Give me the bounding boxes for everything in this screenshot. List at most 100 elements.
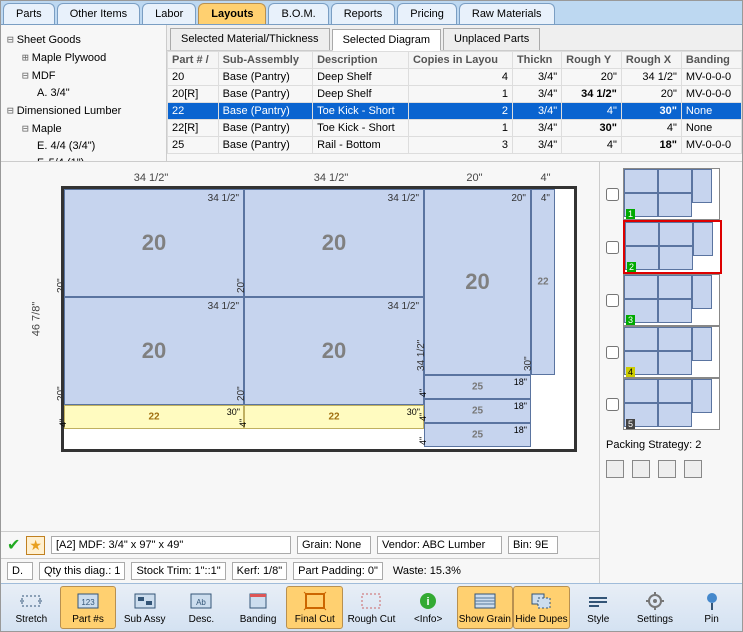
thumb-checkbox-4[interactable]: [606, 346, 619, 359]
kerf-field[interactable]: Kerf: 1/8": [232, 562, 287, 580]
-info--icon: i: [415, 590, 441, 612]
star-icon[interactable]: ★: [26, 536, 45, 555]
main-tab-labor[interactable]: Labor: [142, 3, 196, 24]
layout-part[interactable]: 2020"34 1/2": [424, 189, 531, 375]
svg-text:123: 123: [81, 598, 95, 607]
thumb-checkbox-1[interactable]: [606, 188, 619, 201]
thumb-checkbox-5[interactable]: [606, 398, 619, 411]
tree-sheet-goods[interactable]: ⊟ Sheet Goods: [7, 31, 160, 49]
table-row[interactable]: 20[R]Base (Pantry)Deep Shelf13/4"34 1/2"…: [168, 86, 742, 103]
desc--icon: Ab: [188, 590, 214, 612]
table-row[interactable]: 25Base (Pantry)Rail - Bottom33/4"4"18"MV…: [168, 137, 742, 154]
ruler-h-seg: 34 1/2": [61, 172, 241, 186]
table-row[interactable]: 20Base (Pantry)Deep Shelf43/4"20"34 1/2"…: [168, 69, 742, 86]
main-tab-reports[interactable]: Reports: [331, 3, 396, 24]
main-tab-layouts[interactable]: Layouts: [198, 3, 266, 24]
tree-maple-plywood[interactable]: ⊞ Maple Plywood: [7, 49, 160, 67]
layout-part[interactable]: 2518"4": [424, 375, 531, 399]
svg-text:Ab: Ab: [197, 598, 207, 607]
sub-tabs: Selected Material/ThicknessSelected Diag…: [167, 25, 742, 51]
d-field[interactable]: D.: [7, 562, 33, 580]
stretch-icon: [18, 590, 44, 612]
parts-grid: Part # /Sub-AssemblyDescriptionCopies in…: [167, 51, 742, 161]
col-header[interactable]: Sub-Assembly: [218, 52, 313, 69]
bin-field[interactable]: Bin: 9E: [508, 536, 558, 554]
sub-tab-1[interactable]: Selected Diagram: [332, 29, 441, 51]
layout-part[interactable]: 2034 1/2"20": [244, 189, 424, 297]
toolbar-rough-cut-button[interactable]: Rough Cut: [343, 586, 400, 629]
layout-part[interactable]: 2034 1/2"20": [64, 297, 244, 405]
thumb-checkbox-2[interactable]: [606, 241, 619, 254]
col-header[interactable]: Thickn: [512, 52, 561, 69]
main-tab-other-items[interactable]: Other Items: [57, 3, 140, 24]
toolbar-sub-assy-button[interactable]: Sub Assy: [116, 586, 173, 629]
layout-thumbnails: 12345 Packing Strategy: 2: [599, 162, 742, 583]
tree-mdf-a[interactable]: A. 3/4": [7, 85, 160, 102]
layout-part[interactable]: 2518"4": [424, 399, 531, 423]
layout-part[interactable]: 2034 1/2"20": [244, 297, 424, 405]
main-tab-pricing[interactable]: Pricing: [397, 3, 457, 24]
col-header[interactable]: Part # /: [168, 52, 219, 69]
toolbar-banding-button[interactable]: Banding: [230, 586, 287, 629]
sub-tab-0[interactable]: Selected Material/Thickness: [170, 28, 330, 50]
tree-dim-lumber[interactable]: ⊟ Dimensioned Lumber: [7, 102, 160, 120]
layout-part[interactable]: 2230"4": [64, 405, 244, 429]
layout-part[interactable]: 2034 1/2"20": [64, 189, 244, 297]
tree-maple-e[interactable]: E. 4/4 (3/4"): [7, 138, 160, 155]
layout-thumb-5[interactable]: 5: [623, 378, 720, 430]
final-cut-icon: [302, 590, 328, 612]
layout-part[interactable]: 2518"4": [424, 423, 531, 447]
layout-thumb-3[interactable]: 3: [623, 274, 720, 326]
svg-text:i: i: [427, 596, 430, 608]
main-tab-b-o-m-[interactable]: B.O.M.: [268, 3, 328, 24]
board-desc-input[interactable]: [51, 536, 291, 554]
toolbar-show-grain-button[interactable]: Show Grain: [457, 586, 514, 629]
pack-strategy-4-button[interactable]: [684, 460, 702, 478]
style-icon: [585, 590, 611, 612]
toolbar-final-cut-button[interactable]: Final Cut: [286, 586, 343, 629]
bottom-toolbar: Stretch123Part #sSub AssyAbDesc.BandingF…: [1, 583, 742, 631]
tree-mdf[interactable]: ⊟ MDF: [7, 67, 160, 85]
pin-icon: [699, 590, 725, 612]
grain-field[interactable]: Grain: None: [297, 536, 371, 554]
layout-thumb-4[interactable]: 4: [623, 326, 720, 378]
col-header[interactable]: Rough X: [621, 52, 681, 69]
tree-maple-f[interactable]: F. 5/4 (1"): [7, 155, 160, 161]
table-row[interactable]: 22[R]Base (Pantry)Toe Kick - Short13/4"3…: [168, 120, 742, 137]
pack-strategy-2-button[interactable]: [632, 460, 650, 478]
packing-strategy-label: Packing Strategy: 2: [606, 439, 701, 451]
layout-part[interactable]: 224"30": [531, 189, 555, 375]
toolbar--info--button[interactable]: i<Info>: [400, 586, 457, 629]
col-header[interactable]: Rough Y: [562, 52, 622, 69]
toolbar-desc--button[interactable]: AbDesc.: [173, 586, 230, 629]
toolbar-pin-button[interactable]: Pin: [683, 586, 740, 629]
sheet[interactable]: 2034 1/2"20"2034 1/2"20"2034 1/2"20"2034…: [61, 186, 577, 452]
tree-maple[interactable]: ⊟ Maple: [7, 120, 160, 138]
thumb-checkbox-3[interactable]: [606, 294, 619, 307]
main-tab-raw-materials[interactable]: Raw Materials: [459, 3, 555, 24]
layout-part[interactable]: 2230"4": [244, 405, 424, 429]
stock-trim-field[interactable]: Stock Trim: 1"::1": [131, 562, 225, 580]
col-header[interactable]: Copies in Layou: [408, 52, 512, 69]
material-tree: ⊟ Sheet Goods ⊞ Maple Plywood ⊟ MDF A. 3…: [1, 25, 167, 161]
col-header[interactable]: Description: [313, 52, 409, 69]
toolbar-settings-button[interactable]: Settings: [627, 586, 684, 629]
padding-field[interactable]: Part Padding: 0": [293, 562, 383, 580]
layout-diagram: 34 1/2"34 1/2"20"4" 46 7/8" 2034 1/2"20"…: [1, 162, 599, 531]
check-icon[interactable]: ✔: [7, 535, 20, 555]
toolbar-style-button[interactable]: Style: [570, 586, 627, 629]
table-row[interactable]: 22Base (Pantry)Toe Kick - Short23/4"4"30…: [168, 103, 742, 120]
layout-thumb-2[interactable]: 2: [623, 220, 722, 274]
toolbar-hide-dupes-button[interactable]: Hide Dupes: [513, 586, 570, 629]
qty-field[interactable]: Qty this diag.: 1: [39, 562, 125, 580]
pack-strategy-3-button[interactable]: [658, 460, 676, 478]
sub-tab-2[interactable]: Unplaced Parts: [443, 28, 540, 50]
main-tab-parts[interactable]: Parts: [3, 3, 55, 24]
toolbar-stretch-button[interactable]: Stretch: [3, 586, 60, 629]
toolbar-part-s-button[interactable]: 123Part #s: [60, 586, 117, 629]
main-tabs: PartsOther ItemsLaborLayoutsB.O.M.Report…: [1, 1, 742, 25]
vendor-field[interactable]: Vendor: ABC Lumber: [377, 536, 502, 554]
pack-strategy-1-button[interactable]: [606, 460, 624, 478]
layout-thumb-1[interactable]: 1: [623, 168, 720, 220]
col-header[interactable]: Banding: [681, 52, 741, 69]
